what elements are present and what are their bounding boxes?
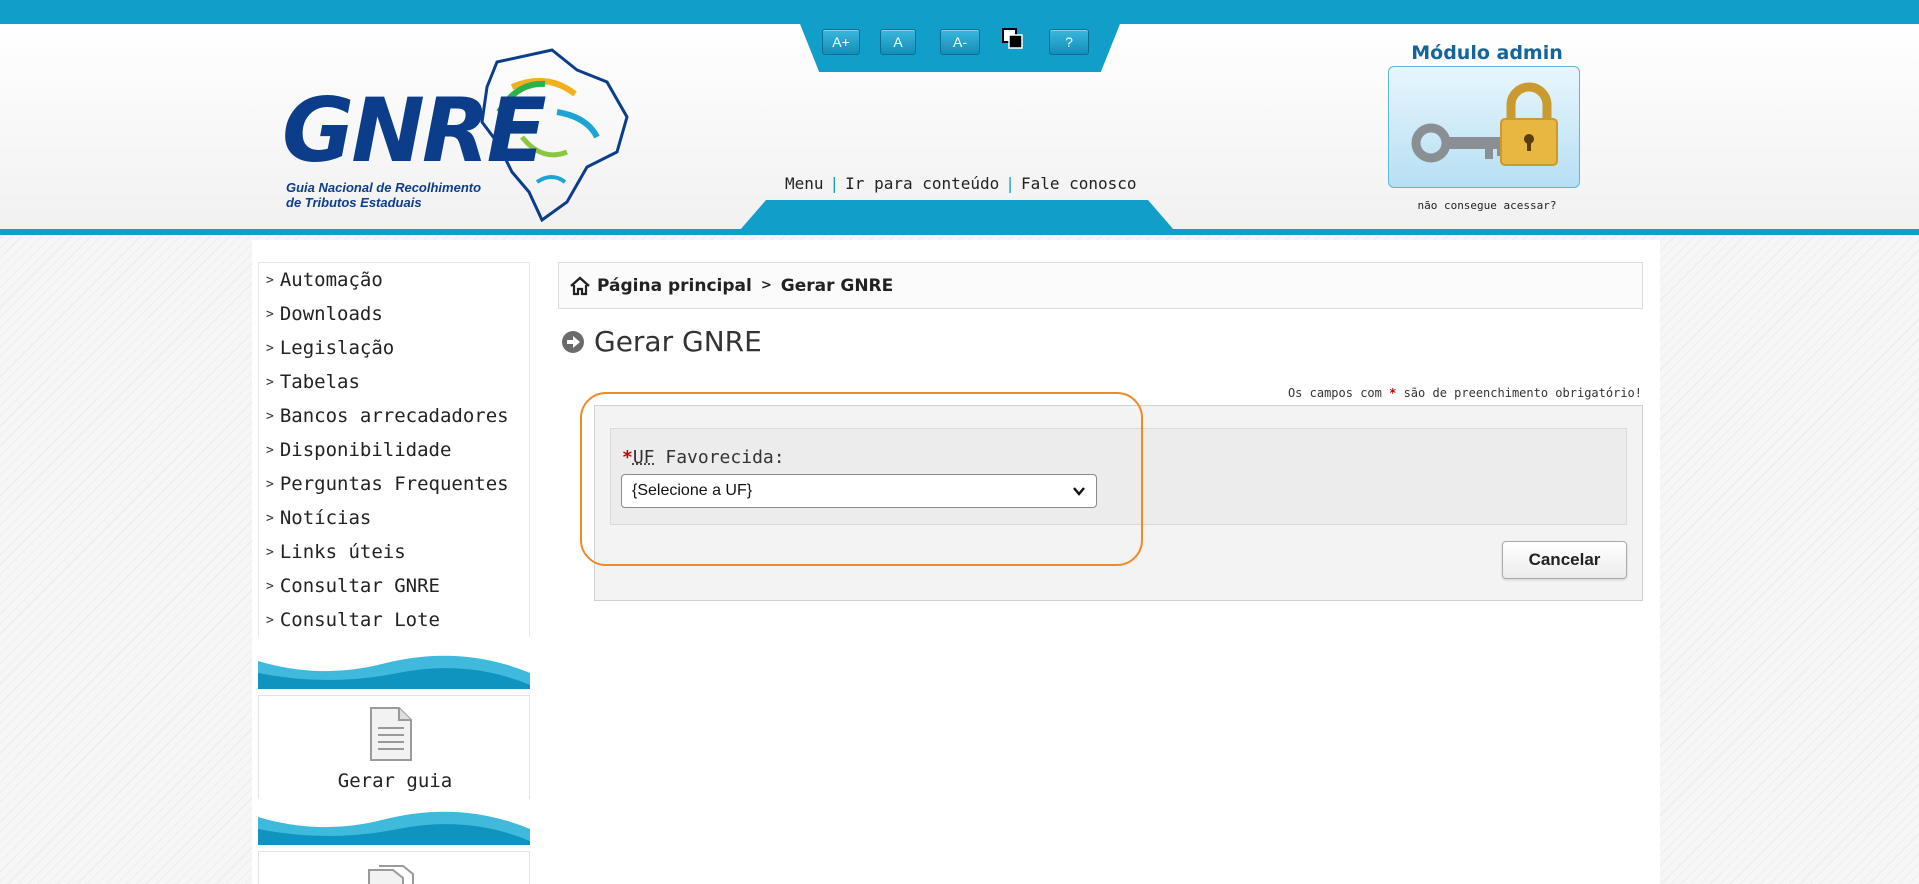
generate-guide-card[interactable]: Gerar guia xyxy=(258,695,530,803)
generate-guide-label: Gerar guia xyxy=(337,770,453,792)
admin-module-title: Módulo admin xyxy=(1411,42,1563,64)
chevron-right-icon: > xyxy=(266,442,274,458)
chevron-right-icon: > xyxy=(266,306,274,322)
home-icon[interactable] xyxy=(569,275,591,296)
document-icon xyxy=(370,707,412,761)
header-links: Menu | Ir para conteúdo | Fale conosco xyxy=(785,174,1137,193)
sidebar-item-label: Consultar GNRE xyxy=(279,575,440,597)
breadcrumb-separator: > xyxy=(760,278,772,293)
uf-select[interactable]: {Selecione a UF} xyxy=(621,474,1097,508)
admin-help-link[interactable]: não consegue acessar? xyxy=(1392,199,1582,212)
sidebar-item-label: Bancos arrecadadores xyxy=(279,405,509,427)
header-links-tab xyxy=(740,200,1174,230)
sidebar-item-label: Legislação xyxy=(279,337,395,359)
uf-field-label: *UF Favorecida: xyxy=(622,447,785,468)
link-separator: | xyxy=(1005,174,1015,193)
sidebar-item-links[interactable]: > Links úteis xyxy=(259,535,529,569)
chevron-right-icon: > xyxy=(266,510,274,526)
cancel-button[interactable]: Cancelar xyxy=(1502,541,1627,579)
wave-decoration xyxy=(258,799,530,845)
sidebar-item-label: Disponibilidade xyxy=(279,439,452,461)
sidebar-item-label: Notícias xyxy=(279,507,372,529)
sidebar-item-consultar-gnre[interactable]: > Consultar GNRE xyxy=(259,569,529,603)
font-decrease-button[interactable]: A- xyxy=(940,29,980,55)
logo-subtitle: Guia Nacional de Recolhimento de Tributo… xyxy=(286,180,482,210)
arrow-circle-icon xyxy=(562,330,584,353)
sidebar-item-disponibilidade[interactable]: > Disponibilidade xyxy=(259,433,529,467)
page-title: Gerar GNRE xyxy=(560,325,762,358)
font-increase-button[interactable]: A+ xyxy=(822,29,860,55)
sidebar-item-automacao[interactable]: > Automação xyxy=(259,263,529,297)
font-reset-button[interactable]: A xyxy=(880,29,916,55)
chevron-right-icon: > xyxy=(266,408,274,424)
sidebar-item-downloads[interactable]: > Downloads xyxy=(259,297,529,331)
key-lock-icon xyxy=(1411,82,1558,166)
sidebar-item-label: Tabelas xyxy=(279,371,360,393)
sidebar-item-label: Perguntas Frequentes xyxy=(279,473,509,495)
sidebar-item-noticias[interactable]: > Notícias xyxy=(259,501,529,535)
sidebar-item-consultar-lote[interactable]: > Consultar Lote xyxy=(259,603,529,637)
required-star: * xyxy=(622,447,633,468)
required-fields-note: Os campos com * são de preenchimento obr… xyxy=(1100,386,1642,400)
uf-select-value: {Selecione a UF} xyxy=(632,482,753,499)
contact-link[interactable]: Fale conosco xyxy=(1021,174,1137,193)
sidebar-item-perguntas[interactable]: > Perguntas Frequentes xyxy=(259,467,529,501)
contrast-icon[interactable] xyxy=(1001,27,1025,51)
documents-icon xyxy=(368,865,414,884)
gnre-logo[interactable]: GNRE Guia Nacional de Recolhimento de Tr… xyxy=(282,42,642,222)
wave-decoration xyxy=(258,643,530,689)
chevron-right-icon: > xyxy=(266,272,274,288)
chevron-right-icon: > xyxy=(266,612,274,628)
logo-text: GNRE xyxy=(282,79,547,182)
skip-to-content-link[interactable]: Ir para conteúdo xyxy=(845,174,999,193)
sidebar-item-label: Links úteis xyxy=(279,541,406,563)
admin-login-button[interactable] xyxy=(1388,66,1580,188)
sidebar-item-tabelas[interactable]: > Tabelas xyxy=(259,365,529,399)
uf-label-text: Favorecida: xyxy=(654,447,785,468)
top-bar xyxy=(0,0,1919,24)
chevron-right-icon: > xyxy=(266,374,274,390)
menu-link[interactable]: Menu xyxy=(785,174,824,193)
uf-abbr: UF xyxy=(632,447,655,468)
sidebar-item-label: Automação xyxy=(279,269,383,291)
chevron-down-icon xyxy=(1073,487,1085,496)
help-button[interactable]: ? xyxy=(1049,29,1089,55)
breadcrumb-home-link[interactable]: Página principal xyxy=(597,276,752,296)
chevron-right-icon: > xyxy=(266,340,274,356)
second-card[interactable] xyxy=(258,851,530,884)
breadcrumb: Página principal > Gerar GNRE xyxy=(558,262,1643,309)
required-star: * xyxy=(1389,386,1397,400)
required-note-prefix: Os campos com xyxy=(1287,386,1382,400)
sidebar-menu: > Automação > Downloads > Legislação > Tabel… xyxy=(258,262,530,637)
breadcrumb-current: Gerar GNRE xyxy=(780,275,894,296)
sidebar-item-legislacao[interactable]: > Legislação xyxy=(259,331,529,365)
chevron-right-icon: > xyxy=(266,476,274,492)
page-title-text: Gerar GNRE xyxy=(594,325,762,358)
link-separator: | xyxy=(829,174,840,193)
chevron-right-icon: > xyxy=(266,578,274,594)
sidebar-item-bancos[interactable]: > Bancos arrecadadores xyxy=(259,399,529,433)
required-note-suffix: são de preenchimento obrigatório! xyxy=(1403,386,1642,400)
chevron-right-icon: > xyxy=(266,544,274,560)
sidebar-item-label: Downloads xyxy=(279,303,383,325)
sidebar-item-label: Consultar Lote xyxy=(279,609,440,631)
